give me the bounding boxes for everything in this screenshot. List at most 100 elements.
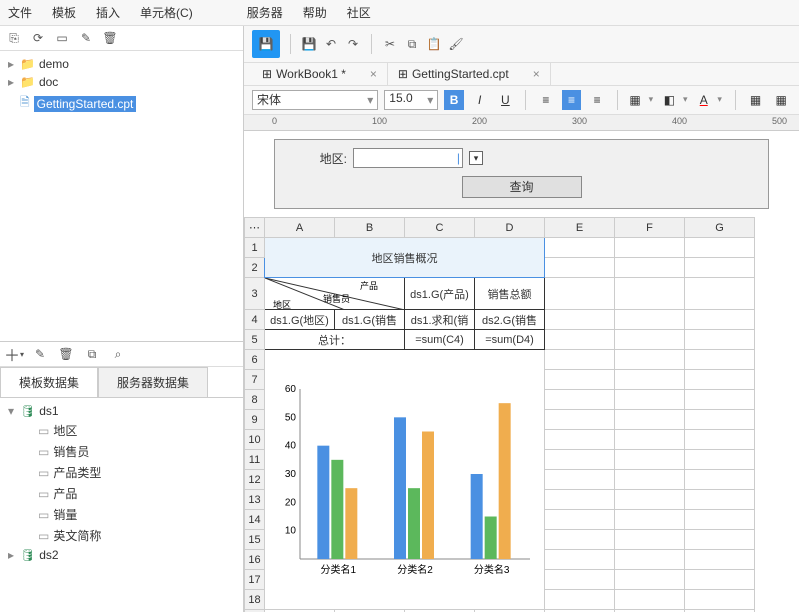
cell[interactable]: =sum(C4) bbox=[405, 330, 475, 350]
param-dropdown-icon[interactable]: ▾ bbox=[469, 151, 483, 165]
col-header[interactable]: F bbox=[615, 218, 685, 238]
border-button[interactable]: ▦ bbox=[628, 90, 656, 110]
tab-template-dataset[interactable]: 模板数据集 bbox=[0, 367, 98, 397]
ds-field[interactable]: ▭英文简称 bbox=[6, 525, 237, 546]
dataset-tabs: 模板数据集 服务器数据集 bbox=[0, 367, 243, 397]
delete-dataset-icon[interactable]: 🗑 bbox=[58, 346, 74, 362]
cell[interactable]: 总计： bbox=[265, 330, 405, 350]
row-header[interactable]: 12 bbox=[245, 470, 265, 490]
close-icon[interactable]: × bbox=[533, 67, 540, 81]
ds-field[interactable]: ▭销售员 bbox=[6, 441, 237, 462]
add-dataset-icon[interactable]: ＋▾ bbox=[6, 346, 22, 362]
cell[interactable]: 销售总额 bbox=[475, 278, 545, 310]
font-color-button[interactable]: A bbox=[697, 90, 725, 110]
col-header[interactable]: E bbox=[545, 218, 615, 238]
menu-server[interactable]: 服务器 bbox=[247, 4, 283, 21]
underline-button[interactable]: U bbox=[496, 90, 516, 110]
sheet-area: 0 100 200 300 400 500 地区: | ▾ 查询 ⋯ A bbox=[244, 115, 799, 612]
copy-icon[interactable]: ⧉ bbox=[404, 36, 420, 52]
font-select[interactable]: 宋体 bbox=[252, 90, 378, 110]
diagonal-header-cell[interactable]: 产品 销售员 地区 bbox=[265, 278, 405, 310]
col-header[interactable]: G bbox=[685, 218, 755, 238]
tree-file-gettingstarted[interactable]: 🗎GettingStarted.cpt bbox=[6, 91, 237, 116]
col-header[interactable]: C bbox=[405, 218, 475, 238]
row-header[interactable]: 13 bbox=[245, 490, 265, 510]
row-header[interactable]: 17 bbox=[245, 570, 265, 590]
title-cell[interactable]: 地区销售概况 bbox=[265, 238, 545, 278]
row-header[interactable]: 4 bbox=[245, 310, 265, 330]
tab-gettingstarted[interactable]: ⊞ GettingStarted.cpt× bbox=[388, 63, 551, 85]
menu-template[interactable]: 模板 bbox=[52, 4, 76, 21]
bold-button[interactable]: B bbox=[444, 90, 464, 110]
row-header[interactable]: 18 bbox=[245, 590, 265, 610]
menu-cell[interactable]: 单元格(C) bbox=[140, 4, 193, 21]
redo-icon[interactable]: ↷ bbox=[345, 36, 361, 52]
corner-cell[interactable]: ⋯ bbox=[245, 218, 265, 238]
chart-cell[interactable]: 102030405060分类名1分类名2分类名3系列1系列2系列3 bbox=[265, 350, 545, 610]
cell[interactable]: ds1.G(销售 bbox=[335, 310, 405, 330]
row-header[interactable]: 9 bbox=[245, 410, 265, 430]
row-header[interactable]: 3 bbox=[245, 278, 265, 310]
menu-community[interactable]: 社区 bbox=[347, 4, 371, 21]
query-button[interactable]: 查询 bbox=[462, 176, 582, 198]
folder-icon[interactable]: ▭ bbox=[54, 30, 70, 46]
menu-help[interactable]: 帮助 bbox=[303, 4, 327, 21]
format-painter-icon[interactable]: 🖌 bbox=[448, 36, 464, 52]
ds-field[interactable]: ▭销量 bbox=[6, 504, 237, 525]
ds-field[interactable]: ▭地区 bbox=[6, 420, 237, 441]
align-right-button[interactable]: ≡ bbox=[587, 90, 607, 110]
tree-folder-demo[interactable]: ▸📁demo bbox=[6, 55, 237, 73]
row-header[interactable]: 5 bbox=[245, 330, 265, 350]
tab-server-dataset[interactable]: 服务器数据集 bbox=[98, 367, 208, 397]
row-header[interactable]: 1 bbox=[245, 238, 265, 258]
col-header[interactable]: B bbox=[335, 218, 405, 238]
row-header[interactable]: 11 bbox=[245, 450, 265, 470]
cut-icon[interactable]: ✂ bbox=[382, 36, 398, 52]
edit-dataset-icon[interactable]: ✎ bbox=[32, 346, 48, 362]
col-header[interactable]: A bbox=[265, 218, 335, 238]
cell[interactable]: ds1.G(产品) bbox=[405, 278, 475, 310]
save-icon[interactable]: 💾 bbox=[252, 30, 280, 58]
delete-icon[interactable]: 🗑 bbox=[102, 30, 118, 46]
cell[interactable]: =sum(D4) bbox=[475, 330, 545, 350]
cell[interactable]: ds1.G(地区) bbox=[265, 310, 335, 330]
font-size-select[interactable]: 15.0 bbox=[384, 90, 438, 110]
rename-icon[interactable]: ✎ bbox=[78, 30, 94, 46]
row-header[interactable]: 8 bbox=[245, 390, 265, 410]
ds-field[interactable]: ▭产品类型 bbox=[6, 462, 237, 483]
cell[interactable]: ds1.求和(销 bbox=[405, 310, 475, 330]
ds-node-ds1[interactable]: ▾🛢ds1 bbox=[6, 402, 237, 420]
row-header[interactable]: 6 bbox=[245, 350, 265, 370]
menu-file[interactable]: 文件 bbox=[8, 4, 32, 21]
align-center-button[interactable]: ≡ bbox=[562, 90, 582, 110]
cell[interactable]: ds2.G(销售 bbox=[475, 310, 545, 330]
close-icon[interactable]: × bbox=[370, 67, 377, 81]
ds-field[interactable]: ▭产品 bbox=[6, 483, 237, 504]
italic-button[interactable]: I bbox=[470, 90, 490, 110]
copy-dataset-icon[interactable]: ⧉ bbox=[84, 346, 100, 362]
col-header[interactable]: D bbox=[475, 218, 545, 238]
fill-color-button[interactable]: ◧ bbox=[662, 90, 690, 110]
undo-icon[interactable]: ↶ bbox=[323, 36, 339, 52]
spreadsheet-grid[interactable]: ⋯ A B C D E F G 1 地区销售概况 2 3 产品 bbox=[244, 217, 755, 612]
row-header[interactable]: 16 bbox=[245, 550, 265, 570]
tree-folder-doc[interactable]: ▸📁doc bbox=[6, 73, 237, 91]
row-header[interactable]: 10 bbox=[245, 430, 265, 450]
row-header[interactable]: 2 bbox=[245, 258, 265, 278]
row-header[interactable]: 14 bbox=[245, 510, 265, 530]
svg-text:30: 30 bbox=[285, 469, 297, 480]
merge-button[interactable]: ▦ bbox=[746, 90, 766, 110]
refresh-icon[interactable]: ⟳ bbox=[30, 30, 46, 46]
save-button-icon[interactable]: 💾 bbox=[301, 36, 317, 52]
menu-insert[interactable]: 插入 bbox=[96, 4, 120, 21]
align-left-button[interactable]: ≡ bbox=[536, 90, 556, 110]
new-file-icon[interactable]: ⎘ bbox=[6, 30, 22, 46]
paste-icon[interactable]: 📋 bbox=[426, 36, 442, 52]
ds-node-ds2[interactable]: ▸🛢ds2 bbox=[6, 546, 237, 564]
row-header[interactable]: 7 bbox=[245, 370, 265, 390]
preview-dataset-icon[interactable]: ⌕ bbox=[110, 346, 126, 362]
grid-button[interactable]: ▦ bbox=[771, 90, 791, 110]
tab-workbook1[interactable]: ⊞ WorkBook1 *× bbox=[252, 63, 388, 85]
row-header[interactable]: 15 bbox=[245, 530, 265, 550]
param-input-region[interactable]: | bbox=[353, 148, 463, 168]
